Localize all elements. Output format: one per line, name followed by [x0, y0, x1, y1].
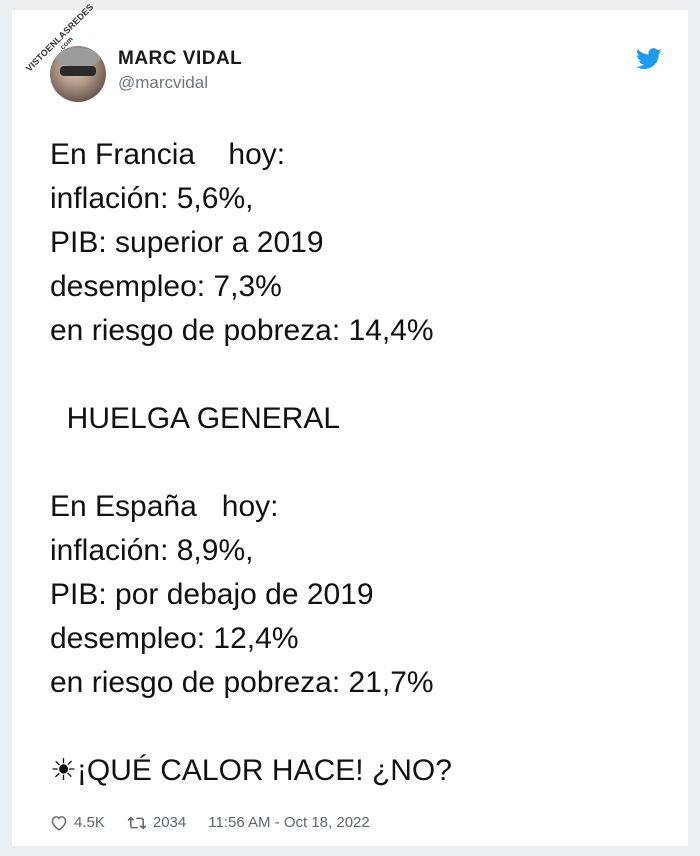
heart-icon [51, 815, 67, 831]
tweet-body: En Francia hoy: inflación: 5,6%, PIB: su… [50, 133, 670, 793]
user-handle[interactable]: @marcvidal [118, 73, 208, 93]
tweet-line: HUELGA GENERAL [50, 402, 341, 435]
tweet-footer: 4.5K 2034 11:56 AM - Oct 18, 2022 [50, 814, 392, 831]
tweet-line: PIB: por debajo de 2019 [50, 578, 374, 611]
tweet-line: en riesgo de pobreza: 21,7% [50, 666, 434, 699]
display-name[interactable]: MARC VIDAL [118, 48, 242, 70]
retweet-icon [127, 816, 147, 829]
tweet-line: inflación: 5,6%, [50, 182, 254, 215]
avatar-glasses [60, 66, 96, 76]
tweet-line: desempleo: 7,3% [50, 270, 282, 303]
like-button[interactable]: 4.5K [50, 814, 105, 831]
tweet-line: desempleo: 12,4% [50, 622, 299, 655]
tweet-line: ☀¡QUÉ CALOR HACE! ¿NO? [50, 754, 452, 787]
like-count: 4.5K [74, 814, 105, 831]
retweet-button[interactable]: 2034 [127, 814, 186, 831]
retweet-count: 2034 [152, 814, 187, 831]
timestamp[interactable]: 11:56 AM - Oct 18, 2022 [208, 814, 369, 831]
tweet-line: inflación: 8,9%, [50, 534, 254, 567]
tweet-line: En España hoy: [50, 490, 279, 523]
tweet-line: PIB: superior a 2019 [50, 226, 324, 259]
tweet-line: en riesgo de pobreza: 14,4% [50, 314, 434, 347]
twitter-bird-icon[interactable] [636, 48, 662, 70]
tweet-line: En Francia hoy: [50, 138, 286, 171]
tweet-card: VISTOENLASREDES .com MARC VIDAL @marcvid… [12, 2, 688, 846]
